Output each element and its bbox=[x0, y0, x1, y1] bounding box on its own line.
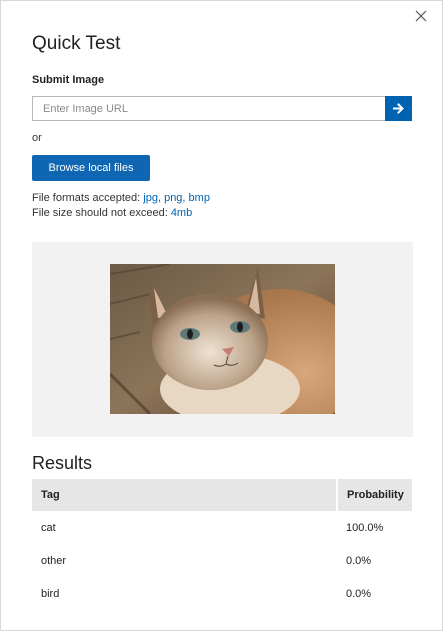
column-header-tag: Tag bbox=[32, 479, 336, 511]
arrow-right-icon bbox=[393, 103, 404, 114]
browse-local-files-button[interactable]: Browse local files bbox=[32, 155, 150, 181]
dialog-title: Quick Test bbox=[32, 33, 121, 54]
file-formats-info: File formats accepted: jpg, png, bmp bbox=[32, 192, 210, 204]
table-row: cat 100.0% bbox=[32, 511, 412, 544]
cat-photo bbox=[110, 264, 335, 414]
image-url-input[interactable] bbox=[32, 96, 386, 121]
file-size-info: File size should not exceed: 4mb bbox=[32, 207, 192, 219]
file-formats-value: jpg, png, bmp bbox=[143, 192, 210, 204]
table-row: bird 0.0% bbox=[32, 577, 412, 610]
probability-cell: 100.0% bbox=[346, 521, 384, 534]
tag-cell: cat bbox=[41, 521, 56, 534]
column-header-probability: Probability bbox=[336, 479, 412, 511]
results-title: Results bbox=[32, 453, 93, 473]
quick-test-dialog: Quick Test Submit Image or Browse local … bbox=[0, 0, 443, 631]
file-formats-label: File formats accepted: bbox=[32, 192, 144, 204]
probability-cell: 0.0% bbox=[346, 554, 372, 567]
image-url-group bbox=[32, 96, 412, 121]
close-icon[interactable] bbox=[412, 7, 430, 25]
results-header-row: Tag Probability bbox=[32, 479, 412, 511]
image-preview-area bbox=[32, 242, 413, 437]
submit-url-button[interactable] bbox=[385, 96, 412, 121]
table-row: other 0.0% bbox=[32, 544, 412, 577]
probability-cell: 0.0% bbox=[346, 587, 372, 600]
submit-image-label: Submit Image bbox=[32, 74, 105, 86]
or-separator: or bbox=[32, 132, 42, 144]
tag-cell: other bbox=[41, 554, 67, 567]
file-size-value: 4mb bbox=[170, 207, 193, 219]
results-table: Tag Probability cat 100.0% other 0.0% bi… bbox=[32, 479, 412, 610]
tag-cell: bird bbox=[41, 587, 60, 600]
file-size-label: File size should not exceed: bbox=[32, 207, 171, 219]
